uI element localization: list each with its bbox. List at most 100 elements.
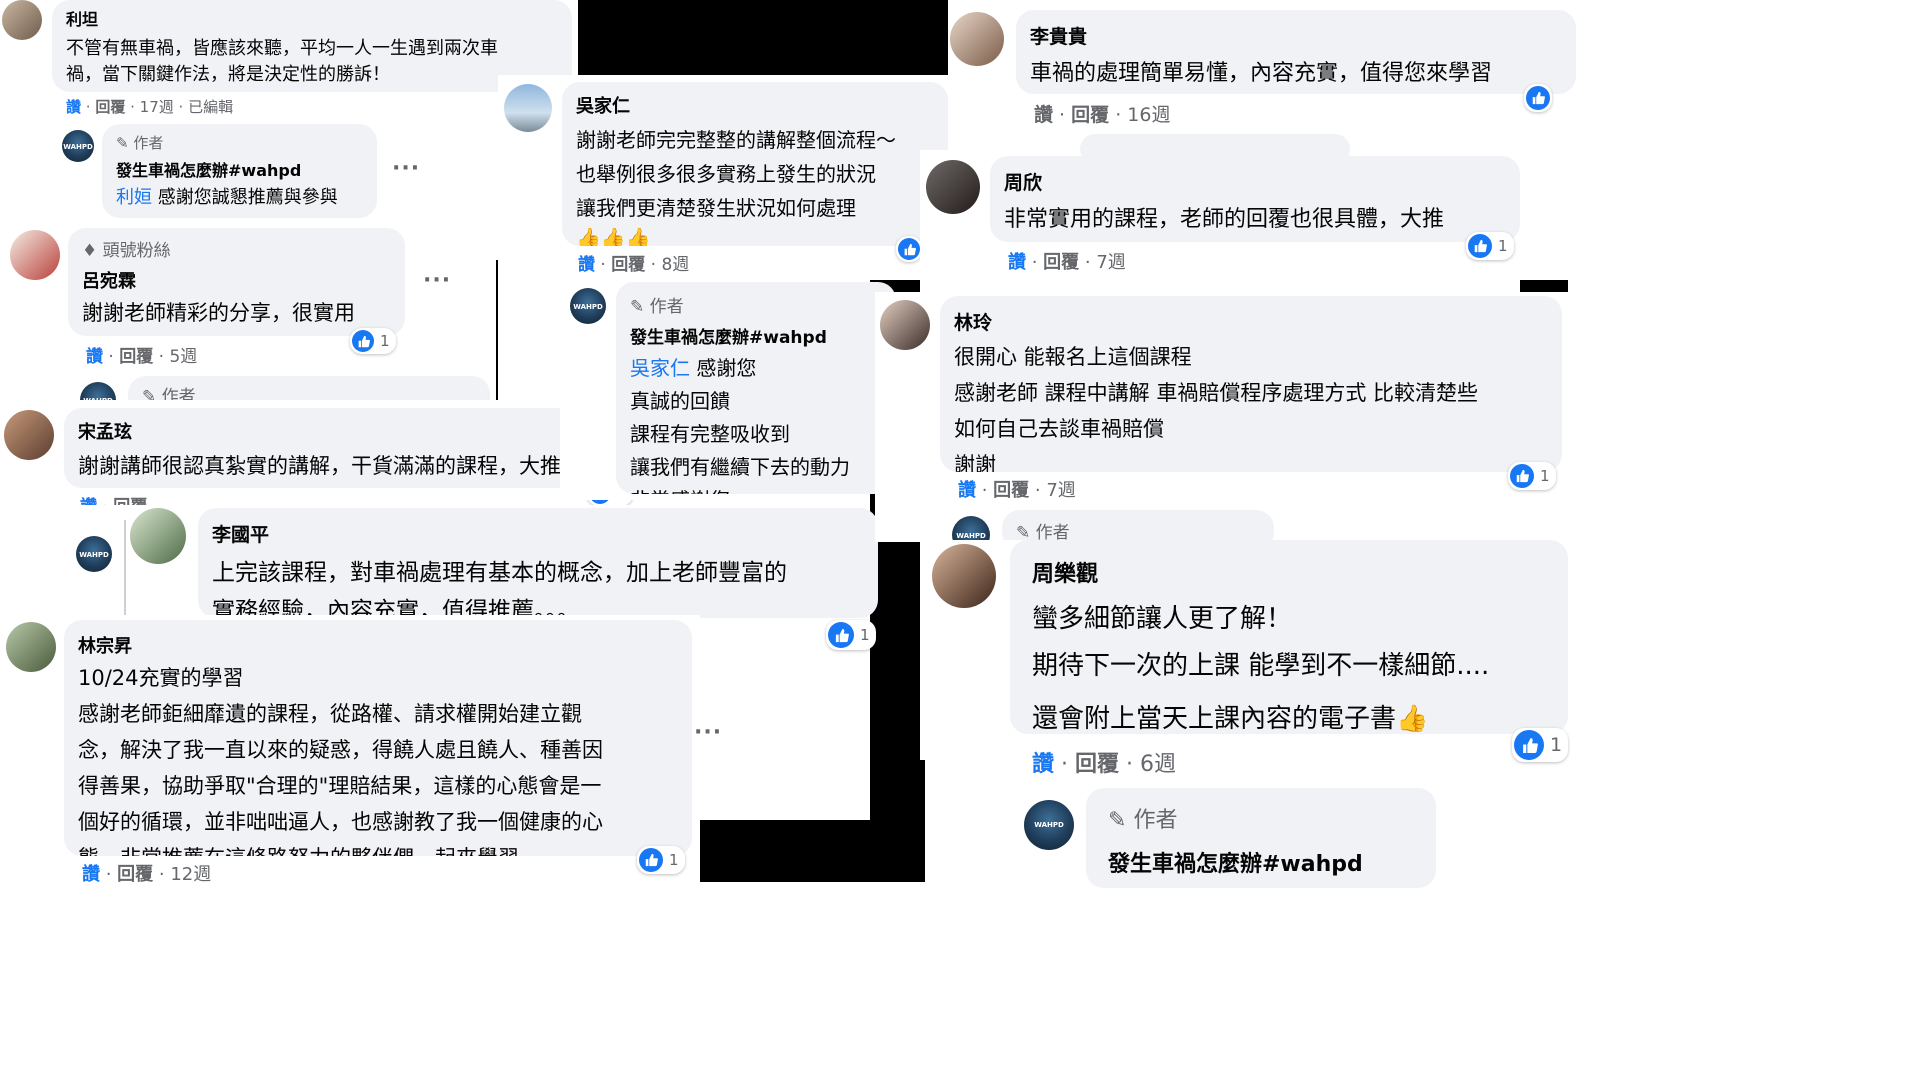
reaction-count[interactable] — [896, 236, 922, 262]
page-avatar[interactable] — [1024, 800, 1074, 850]
avatar[interactable] — [926, 160, 980, 214]
comment-text: 非常實用的課程，老師的回覆也很具體，大推 — [1004, 207, 1445, 232]
comment-author[interactable]: 呂宛霖 — [82, 267, 391, 293]
comment-time[interactable]: 8週 — [661, 255, 689, 275]
comment-author[interactable]: 宋孟玹 — [78, 418, 620, 444]
comment-author[interactable]: 林宗昇 — [78, 632, 678, 658]
reaction-count[interactable]: 1 — [350, 328, 396, 354]
reaction-number: 1 — [380, 332, 390, 350]
like-link[interactable]: 讚 — [1034, 104, 1053, 126]
avatar[interactable] — [10, 230, 60, 280]
avatar[interactable] — [504, 84, 552, 132]
comment-text: 蠻多細節讓人更了解！ — [1032, 604, 1293, 634]
reaction-count[interactable]: 1 — [1512, 728, 1569, 762]
comment-text: 上完該課程，對車禍處理有基本的概念，加上老師豐富的 — [212, 560, 787, 586]
comment-author[interactable]: 利坦 — [66, 6, 558, 30]
author-tag: ✎ 作者 — [1108, 808, 1178, 833]
reply-link[interactable]: 回覆 — [1071, 104, 1109, 126]
reply-text: 非常感謝您 — [630, 484, 882, 494]
avatar[interactable] — [6, 622, 56, 672]
comment-meta: 讚 · 回覆 · 7週 — [958, 480, 1076, 501]
comment-time[interactable]: 7週 — [1096, 252, 1125, 273]
like-link[interactable]: 讚 — [1008, 252, 1026, 273]
comment-text: 讓我們更清楚發生狀況如何處理 — [576, 196, 856, 220]
page-name[interactable]: 發生車禍怎麼辦#wahpd — [630, 323, 882, 348]
avatar[interactable] — [2, 0, 42, 40]
more-options-icon[interactable]: ··· — [694, 720, 722, 745]
comment-text: 謝謝講師很認真紮實的講解，干貨滿滿的課程，大推 — [78, 454, 561, 478]
comment-author[interactable]: 周樂觀 — [1032, 556, 1554, 588]
like-link[interactable]: 讚 — [86, 347, 103, 367]
comment-text: 謝謝老師精彩的分享，很實用 — [82, 301, 355, 325]
page-avatar[interactable] — [62, 130, 94, 162]
comment-author[interactable]: 吳家仁 — [576, 92, 934, 118]
avatar[interactable] — [130, 508, 186, 564]
page-name[interactable]: 發生車禍怎麼辦#wahpd — [1108, 846, 1422, 878]
reply-link[interactable]: 回覆 — [993, 480, 1029, 501]
comment-author[interactable]: 周欣 — [1004, 168, 1506, 195]
avatar[interactable] — [880, 300, 930, 350]
comment-text: 10/24充實的學習 — [78, 666, 244, 690]
comment-bubble: 吳家仁 謝謝老師完完整整的講解整個流程～ 也舉例很多很多實務上發生的狀況 讓我們… — [562, 82, 948, 246]
reply-link[interactable]: 回覆 — [611, 255, 645, 275]
comment-time[interactable]: 12週 — [170, 864, 211, 885]
comment-text: 感謝老師 課程中講解 車禍賠償程序處理方式 比較清楚些 — [954, 381, 1479, 405]
comment-meta: 讚 · 回覆 · 7週 — [1008, 252, 1126, 273]
mention-link[interactable]: 吳家仁 — [630, 356, 690, 380]
avatar[interactable] — [4, 410, 54, 460]
like-reaction-icon — [352, 330, 374, 352]
reply-link[interactable]: 回覆 — [117, 864, 153, 885]
like-link[interactable]: 讚 — [1032, 752, 1054, 777]
reply-link[interactable]: 回覆 — [1075, 752, 1119, 777]
comment-meta: 讚 · 回覆 · 6週 — [1032, 752, 1176, 777]
reaction-count[interactable] — [1524, 84, 1552, 112]
comment-bubble: 林宗昇 10/24充實的學習 感謝老師鉅細靡遺的課程，從路權、請求權開始建立觀 … — [64, 620, 692, 856]
reaction-number: 1 — [1498, 237, 1508, 255]
comment-text: 念，解決了我一直以來的疑惑，得饒人處且饒人、種善因 — [78, 738, 603, 762]
background-gap — [578, 0, 948, 75]
thumbs-up-emoji: 👍 — [1396, 704, 1429, 734]
comment-bubble: 林玲 很開心 能報名上這個課程 感謝老師 課程中講解 車禍賠償程序處理方式 比較… — [940, 296, 1562, 472]
reply-link[interactable]: 回覆 — [1043, 252, 1079, 273]
reply-link[interactable]: 回覆 — [119, 347, 153, 367]
avatar[interactable] — [932, 544, 996, 608]
thread-line — [124, 520, 126, 615]
page-avatar[interactable] — [76, 536, 112, 572]
reply-link[interactable]: 回覆 — [95, 98, 125, 116]
like-link[interactable]: 讚 — [958, 480, 976, 501]
page-avatar[interactable] — [570, 288, 606, 324]
comment-text: 謝謝老師完完整整的講解整個流程～ — [576, 128, 896, 152]
comment-author[interactable]: 林玲 — [954, 308, 1548, 335]
comment-time[interactable]: 16週 — [1127, 104, 1170, 126]
like-link[interactable]: 讚 — [66, 98, 81, 116]
comment-author[interactable]: 李國平 — [212, 520, 864, 547]
comment-bubble: ♦ 頭號粉絲 呂宛霖 謝謝老師精彩的分享，很實用 — [68, 228, 405, 336]
divider — [496, 260, 498, 400]
comment-text: 謝謝 — [954, 453, 996, 472]
more-options-icon[interactable]: ··· — [423, 268, 451, 293]
reaction-count[interactable]: 1 — [826, 620, 876, 650]
reaction-count[interactable]: 1 — [1508, 462, 1556, 490]
more-options-icon[interactable]: ··· — [392, 156, 420, 181]
reaction-count[interactable]: 1 — [637, 846, 685, 874]
comment-author[interactable]: 李貴貴 — [1030, 22, 1562, 49]
comment-time[interactable]: 5週 — [169, 347, 197, 367]
like-reaction-icon — [828, 622, 854, 648]
comment-time[interactable]: 6週 — [1140, 752, 1176, 777]
avatar[interactable] — [950, 12, 1004, 66]
comment-meta: 讚 · 回覆 · 5週 — [86, 347, 198, 367]
comment-time[interactable]: 17週 — [140, 98, 174, 116]
mention-link[interactable]: 利姮 — [116, 187, 152, 208]
background-gap — [880, 760, 925, 882]
reply-bubble: ✎ 作者 發生車禍怎麼辦#wahpd 利姮 感謝您誠懇推薦與參與 — [102, 124, 377, 218]
comment-bubble: 周樂觀 蠻多細節讓人更了解！ 期待下一次的上課 能學到不一樣細節.... 還會附… — [1010, 540, 1568, 734]
comment-time[interactable]: 7週 — [1046, 480, 1075, 501]
comment-text: 禍，當下關鍵作法，將是決定性的勝訴！ — [66, 64, 390, 85]
page-name[interactable]: 發生車禍怎麼辦#wahpd — [116, 157, 363, 181]
like-link[interactable]: 讚 — [82, 864, 100, 885]
like-link[interactable]: 讚 — [578, 255, 595, 275]
like-reaction-icon — [1526, 86, 1550, 110]
reaction-count[interactable]: 1 — [1466, 232, 1514, 260]
like-reaction-icon — [898, 238, 920, 260]
comment-meta: 讚 · 回覆 · 17週 · 已編輯 — [66, 98, 234, 116]
